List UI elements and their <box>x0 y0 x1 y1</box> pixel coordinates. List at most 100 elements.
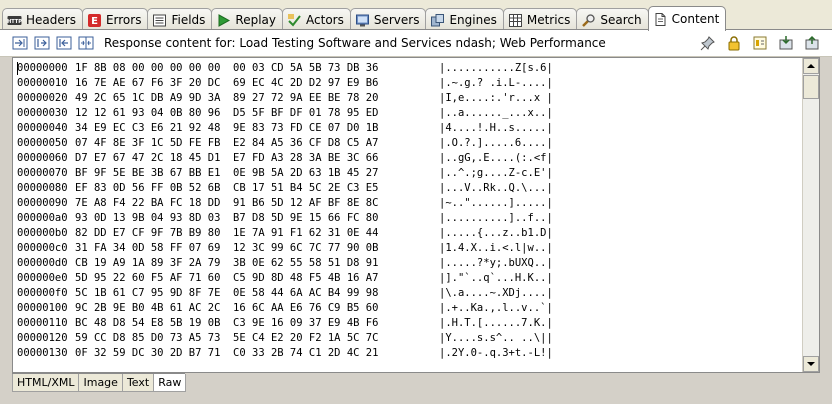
vertical-scrollbar[interactable] <box>802 58 819 372</box>
hex-bytes: 12 12 61 93 04 0B 80 96 D5 5F BF DF 01 7… <box>75 107 379 119</box>
hex-row: 00000090 7E A8 F4 22 BA FC 18 DD 91 B6 5D… <box>17 196 799 211</box>
hex-ascii: |.H.T.[......7.K.| <box>439 317 553 329</box>
hex-row: 00000030 12 12 61 93 04 0B 80 96 D5 5F BF… <box>17 106 799 121</box>
scroll-down-button[interactable] <box>803 356 819 372</box>
tab-label: Replay <box>235 13 277 27</box>
toolbar-right-actions <box>696 33 822 53</box>
hex-offset: 00000050 <box>17 137 68 149</box>
format-tab-raw[interactable]: Raw <box>153 374 187 392</box>
hex-bytes: EF 83 0D 56 FF 0B 52 6B CB 17 51 B4 5C 2… <box>75 182 379 194</box>
hex-ascii: |.O.?.].....6....| <box>439 137 553 149</box>
hex-bytes: BF 9F 5E BE 3B 67 BB E1 0E 9B 5A 2D 63 1… <box>75 167 379 179</box>
hex-offset: 000000d0 <box>17 257 68 269</box>
hex-offset: 00000080 <box>17 182 68 194</box>
response-description: Response content for: Load Testing Softw… <box>104 36 606 50</box>
hex-ascii: |..a......_...x..| <box>439 107 553 119</box>
hex-row: 000000f0 5C 1B 61 C7 95 9D 8F 7E 0E 58 44… <box>17 286 799 301</box>
tab-label: Headers <box>26 13 76 27</box>
hex-row: 00000000 1F 8B 08 00 00 00 00 00 00 03 CD… <box>17 61 799 76</box>
tab-servers[interactable]: Servers <box>349 8 427 31</box>
scroll-up-button[interactable] <box>803 58 819 74</box>
hex-row: 00000130 0F 32 59 DC 30 2D B7 71 C0 33 2B… <box>17 346 799 361</box>
hex-ascii: |..........]..f..| <box>439 212 553 224</box>
hex-bytes: 34 E9 EC C3 E6 21 92 48 9E 83 73 FD CE 0… <box>75 122 379 134</box>
hex-row: 00000070 BF 9F 5E BE 3B 67 BB E1 0E 9B 5A… <box>17 166 799 181</box>
svg-text:E: E <box>91 16 98 27</box>
hex-offset: 000000b0 <box>17 227 68 239</box>
format-tab-htmlxml[interactable]: HTML/XML <box>12 374 80 392</box>
hex-offset: 00000120 <box>17 332 68 344</box>
lock-icon[interactable] <box>724 33 744 53</box>
error-icon: E <box>87 13 102 28</box>
tab-content[interactable]: Content <box>647 6 727 31</box>
tab-search[interactable]: Search <box>576 8 649 31</box>
tab-label: Fields <box>171 13 206 27</box>
hex-ascii: |...........Z[s.6| <box>439 62 553 74</box>
engines-icon <box>430 13 445 28</box>
hex-bytes: 16 7E AE 67 F6 3F 20 DC 69 EC 4C 2D D2 9… <box>75 77 379 89</box>
hex-ascii: |..gG,.E....(:.<f| <box>439 152 553 164</box>
fields-icon <box>152 13 167 28</box>
hex-ascii: |\.a....~.XDj....| <box>439 287 553 299</box>
tab-headers[interactable]: HTTP Headers <box>2 8 83 31</box>
hex-offset: 00000090 <box>17 197 68 209</box>
split-view-icon[interactable] <box>76 33 96 53</box>
hex-offset: 00000130 <box>17 347 68 359</box>
format-tab-text[interactable]: Text <box>121 374 155 392</box>
view-tabs: HTTP Headers E Errors Fields Replay Actors Serv… <box>2 6 727 31</box>
scroll-thumb[interactable] <box>803 75 819 99</box>
hex-ascii: |.2Y.0-.q.3+t.-L!| <box>439 347 553 359</box>
hex-bytes: 1F 8B 08 00 00 00 00 00 00 03 CD 5A 5B 7… <box>75 62 379 74</box>
hex-row: 00000100 9C 2B 9E B0 4B 61 AC 2C 16 6C AA… <box>17 301 799 316</box>
tab-label: Content <box>671 12 720 26</box>
hex-row: 000000b0 82 DD E7 CF 9F 7B B9 80 1E 7A 91… <box>17 226 799 241</box>
collapse-right-icon[interactable] <box>32 33 52 53</box>
replay-icon <box>216 13 231 28</box>
hex-ascii: |..^.;g....Z-c.E'| <box>439 167 553 179</box>
hex-bytes: 59 CC D8 85 D0 73 A5 73 5E C4 E2 20 F2 1… <box>75 332 379 344</box>
content-icon <box>653 12 668 27</box>
text-caret <box>17 62 18 75</box>
hex-offset: 000000f0 <box>17 287 68 299</box>
export-icon[interactable] <box>802 33 822 53</box>
metrics-icon <box>508 13 523 28</box>
hex-ascii: |Y....s.s^.. ..\|| <box>439 332 553 344</box>
hex-offset: 00000070 <box>17 167 68 179</box>
tab-replay[interactable]: Replay <box>211 8 284 31</box>
pin-icon[interactable] <box>698 33 718 53</box>
hex-row: 00000040 34 E9 EC C3 E6 21 92 48 9E 83 73… <box>17 121 799 136</box>
hex-bytes: BC 48 D8 54 E8 5B 19 0B C3 9E 16 09 37 E… <box>75 317 379 329</box>
expand-right-icon[interactable] <box>10 33 30 53</box>
hex-row: 00000110 BC 48 D8 54 E8 5B 19 0B C3 9E 16… <box>17 316 799 331</box>
hex-ascii: |.....{...z..b1.D| <box>439 227 553 239</box>
servers-icon <box>355 13 370 28</box>
hex-bytes: 5C 1B 61 C7 95 9D 8F 7E 0E 58 44 6A AC B… <box>75 287 379 299</box>
hex-row: 00000020 49 2C 65 1C DB A9 9D 3A 89 27 72… <box>17 91 799 106</box>
hex-dump[interactable]: 00000000 1F 8B 08 00 00 00 00 00 00 03 CD… <box>17 61 799 371</box>
hex-bytes: 31 FA 34 0D 58 FF 07 69 12 3C 99 6C 7C 7… <box>75 242 379 254</box>
content-format-tabs: HTML/XML Image Text Raw <box>12 373 187 392</box>
hex-row: 000000d0 CB 19 A9 1A 89 3F 2A 79 3B 0E 62… <box>17 256 799 271</box>
hex-ascii: |4....!.H..s.....| <box>439 122 553 134</box>
collapse-left-icon[interactable] <box>54 33 74 53</box>
format-tab-image[interactable]: Image <box>78 374 123 392</box>
tab-metrics[interactable]: Metrics <box>502 8 578 31</box>
hex-bytes: D7 E7 67 47 2C 18 45 D1 E7 FD A3 28 3A B… <box>75 152 379 164</box>
view-tab-bar: HTTP Headers E Errors Fields Replay Actors Serv… <box>0 0 832 31</box>
hex-row: 000000c0 31 FA 34 0D 58 FF 07 69 12 3C 99… <box>17 241 799 256</box>
tab-label: Errors <box>105 13 142 27</box>
hex-offset: 00000000 <box>17 62 68 74</box>
hex-ascii: |.~.g.? .i.L-....| <box>439 77 553 89</box>
tab-engines[interactable]: Engines <box>425 8 504 31</box>
hex-offset: 00000040 <box>17 122 68 134</box>
hex-content-panel[interactable]: 00000000 1F 8B 08 00 00 00 00 00 00 03 CD… <box>12 57 820 373</box>
hex-bytes: 49 2C 65 1C DB A9 9D 3A 89 27 72 9A EE B… <box>75 92 379 104</box>
field-view-icon[interactable] <box>750 33 770 53</box>
hex-bytes: 7E A8 F4 22 BA FC 18 DD 91 B6 5D 12 AF B… <box>75 197 379 209</box>
tab-fields[interactable]: Fields <box>147 8 213 31</box>
import-icon[interactable] <box>776 33 796 53</box>
tab-errors[interactable]: E Errors <box>81 8 149 31</box>
hex-offset: 000000a0 <box>17 212 68 224</box>
tab-actors[interactable]: Actors <box>282 8 351 31</box>
search-icon <box>581 13 596 28</box>
